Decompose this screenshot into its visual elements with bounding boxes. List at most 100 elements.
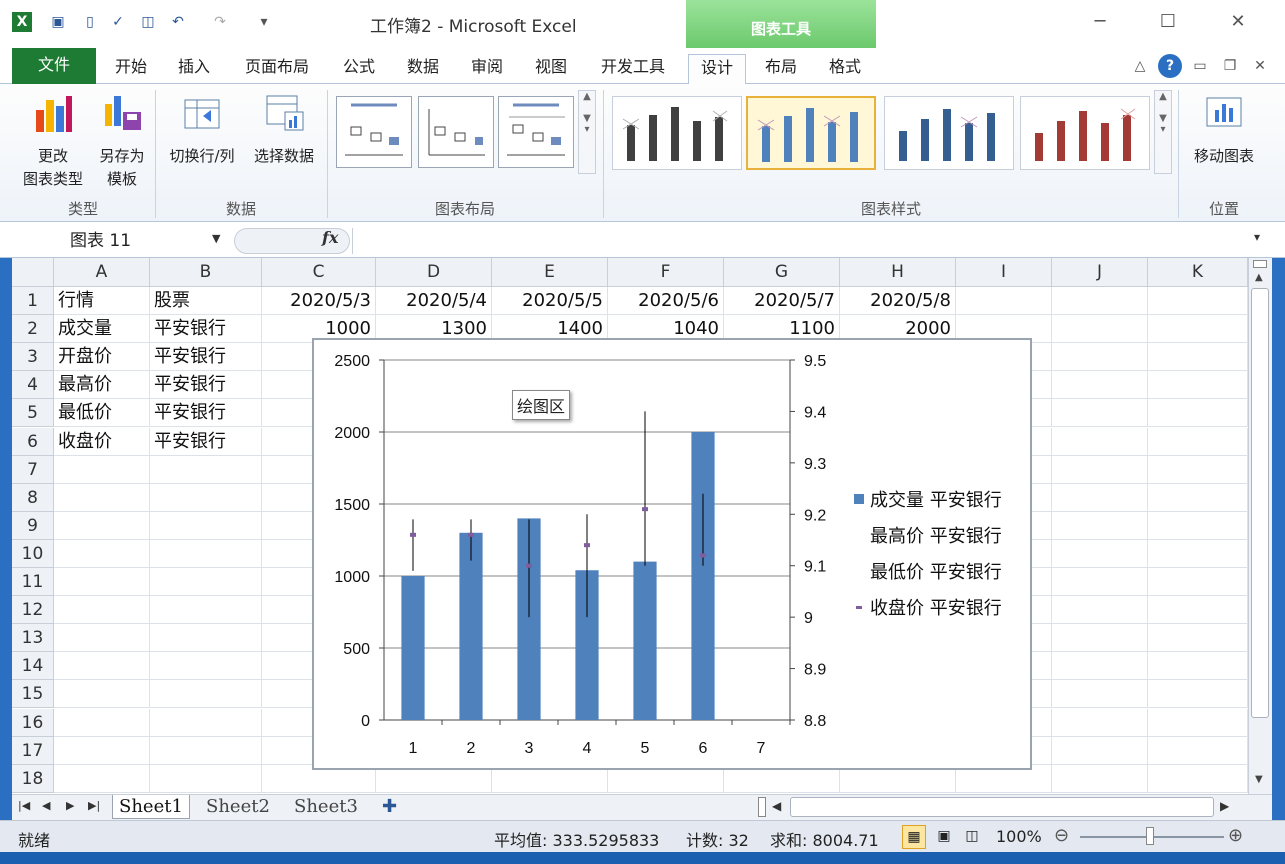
cell[interactable] xyxy=(1148,708,1248,737)
print-preview-icon[interactable]: ◫ xyxy=(138,12,158,32)
cell[interactable] xyxy=(1148,455,1248,484)
zoom-slider-thumb[interactable] xyxy=(1146,827,1154,845)
chart-style-4[interactable] xyxy=(1020,96,1150,170)
cell[interactable] xyxy=(150,483,262,512)
save-as-template-button[interactable]: 另存为 模板 xyxy=(92,88,152,191)
sheet-tab-2[interactable]: Sheet2 xyxy=(200,795,276,819)
row-header[interactable]: 3 xyxy=(12,343,54,372)
row-header[interactable]: 17 xyxy=(12,736,54,765)
cell[interactable] xyxy=(54,483,150,512)
save-icon[interactable]: ▣ xyxy=(48,12,68,32)
cell[interactable] xyxy=(1052,343,1148,372)
tab-design[interactable]: 设计 xyxy=(688,54,746,84)
column-header[interactable]: A xyxy=(54,258,150,287)
cell[interactable] xyxy=(1052,624,1148,653)
row-header[interactable]: 1 xyxy=(12,287,54,316)
help-icon[interactable]: ? xyxy=(1158,54,1182,78)
restore-doc-icon[interactable]: ❐ xyxy=(1220,56,1240,76)
cell[interactable] xyxy=(54,539,150,568)
column-header[interactable]: C xyxy=(262,258,376,287)
chart-style-3[interactable] xyxy=(884,96,1014,170)
tab-formulas[interactable]: 公式 xyxy=(332,54,386,84)
sheet-tab-3[interactable]: Sheet3 xyxy=(288,795,364,819)
tab-review[interactable]: 审阅 xyxy=(460,54,514,84)
cell[interactable]: 平安银行 xyxy=(150,315,262,344)
cell[interactable]: 平安银行 xyxy=(150,371,262,400)
tab-file[interactable]: 文件 xyxy=(12,48,96,84)
cell[interactable] xyxy=(1148,568,1248,597)
row-header[interactable]: 5 xyxy=(12,399,54,428)
cell[interactable] xyxy=(150,596,262,625)
cell[interactable] xyxy=(1052,652,1148,681)
undo-icon[interactable]: ↶ xyxy=(168,12,188,32)
row-header[interactable]: 15 xyxy=(12,680,54,709)
cell[interactable] xyxy=(1052,483,1148,512)
next-sheet-icon[interactable]: ▶ xyxy=(66,799,74,812)
switch-row-column-button[interactable]: 切换行/列 xyxy=(160,88,244,168)
row-header[interactable]: 18 xyxy=(12,764,54,793)
cell[interactable] xyxy=(1052,427,1148,456)
last-sheet-icon[interactable]: ▶| xyxy=(88,799,100,812)
chart-layout-3[interactable] xyxy=(498,96,574,168)
cell[interactable] xyxy=(1148,764,1248,793)
cell[interactable] xyxy=(54,736,150,765)
minimize-icon[interactable]: ─ xyxy=(1080,8,1120,36)
cell[interactable] xyxy=(150,680,262,709)
cell[interactable] xyxy=(1052,736,1148,765)
cell[interactable] xyxy=(54,455,150,484)
spellcheck-icon[interactable]: ✓ xyxy=(108,12,128,32)
layout-gallery-scroll[interactable]: ▲ ▼ ▾ xyxy=(578,90,596,174)
scroll-left-icon[interactable]: ◀ xyxy=(772,799,781,813)
scroll-thumb[interactable] xyxy=(1251,288,1269,718)
cell[interactable] xyxy=(1148,315,1248,344)
column-header[interactable]: E xyxy=(492,258,608,287)
tab-data[interactable]: 数据 xyxy=(396,54,450,84)
tab-developer[interactable]: 开发工具 xyxy=(588,54,678,84)
tab-format[interactable]: 格式 xyxy=(818,54,872,84)
cell[interactable]: 成交量 xyxy=(54,315,150,344)
zoom-in-icon[interactable]: ⊕ xyxy=(1228,825,1243,846)
cell[interactable] xyxy=(1052,315,1148,344)
cell[interactable] xyxy=(1052,596,1148,625)
cell[interactable]: 2020/5/8 xyxy=(840,287,956,316)
normal-view-icon[interactable]: ▦ xyxy=(902,825,926,849)
cell[interactable] xyxy=(1148,680,1248,709)
cell[interactable] xyxy=(150,511,262,540)
row-header[interactable]: 4 xyxy=(12,371,54,400)
name-box[interactable]: 图表 11 xyxy=(12,228,230,254)
cell[interactable] xyxy=(1148,343,1248,372)
cell[interactable]: 平安银行 xyxy=(150,399,262,428)
row-header[interactable]: 9 xyxy=(12,511,54,540)
cell[interactable] xyxy=(54,511,150,540)
cell[interactable]: 2020/5/7 xyxy=(724,287,840,316)
cell[interactable] xyxy=(1052,511,1148,540)
cell[interactable]: 最低价 xyxy=(54,399,150,428)
cell[interactable] xyxy=(1148,539,1248,568)
page-layout-view-icon[interactable]: ▣ xyxy=(932,825,956,849)
cell[interactable]: 2020/5/5 xyxy=(492,287,608,316)
cell[interactable]: 收盘价 xyxy=(54,427,150,456)
formula-input[interactable] xyxy=(352,228,1248,254)
cell[interactable] xyxy=(150,539,262,568)
cell[interactable] xyxy=(54,568,150,597)
cell[interactable] xyxy=(1148,511,1248,540)
column-header[interactable]: G xyxy=(724,258,840,287)
row-header[interactable]: 14 xyxy=(12,652,54,681)
cell[interactable] xyxy=(1052,287,1148,316)
column-header[interactable]: J xyxy=(1052,258,1148,287)
zoom-out-icon[interactable]: ⊖ xyxy=(1054,825,1069,846)
collapse-ribbon-icon[interactable]: △ xyxy=(1130,56,1150,76)
cell[interactable]: 股票 xyxy=(150,287,262,316)
page-break-view-icon[interactable]: ◫ xyxy=(960,825,984,849)
cell[interactable] xyxy=(1148,624,1248,653)
cell[interactable] xyxy=(54,624,150,653)
scroll-up-icon[interactable]: ▲ xyxy=(1255,272,1263,283)
cell[interactable] xyxy=(1148,483,1248,512)
cell[interactable] xyxy=(150,736,262,765)
cell[interactable] xyxy=(1052,399,1148,428)
cell[interactable] xyxy=(150,708,262,737)
cell[interactable]: 行情 xyxy=(54,287,150,316)
insert-sheet-icon[interactable]: ✚ xyxy=(376,795,403,819)
chart-layout-2[interactable] xyxy=(418,96,494,168)
chart-layout-1[interactable] xyxy=(336,96,412,168)
